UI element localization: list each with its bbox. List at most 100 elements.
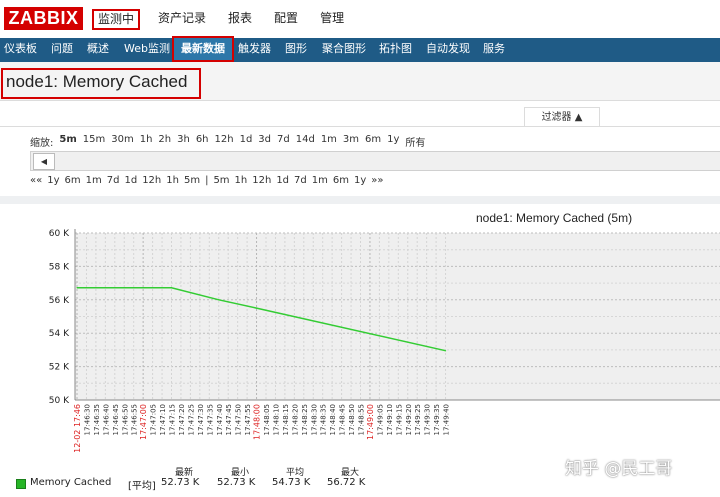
zoom-option[interactable]: 7d — [277, 134, 290, 149]
zoom-option[interactable]: 6h — [196, 134, 209, 149]
zoom-option[interactable]: 1y — [387, 134, 399, 149]
menu-administration[interactable]: 管理 — [316, 9, 348, 30]
y-tick-label: 52 K — [49, 363, 70, 373]
nav-back-option[interactable]: 1m — [86, 175, 102, 186]
y-tick-label: 50 K — [49, 396, 70, 406]
x-tick-label: 17:48:05 — [263, 404, 271, 435]
x-tick-label: 17:49:40 — [443, 404, 451, 435]
period-nav-row: «« 1y 6m 1m 7d 1d 12h 1h 5m | 5m 1h 12h 1d 7d 1m 6m 1y »» — [30, 175, 389, 186]
nav-back-option[interactable]: 1y — [47, 175, 59, 186]
time-scrollbar[interactable]: ◀ — [30, 151, 720, 171]
zoom-option[interactable]: 5m — [59, 134, 76, 149]
nav-back-option[interactable]: 7d — [107, 175, 120, 186]
nav-divider: | — [205, 175, 209, 186]
zoom-option[interactable]: 6m — [365, 134, 381, 149]
data-point — [255, 307, 258, 309]
subnav-discovery[interactable]: 自动发现 — [426, 38, 470, 60]
x-tick-label: 17:48:40 — [329, 404, 337, 435]
subnav-services[interactable]: 服务 — [483, 38, 505, 60]
x-tick-label: 17:49:25 — [414, 404, 422, 435]
x-tick-label: 17:47:10 — [159, 404, 167, 435]
zoom-option[interactable]: 1h — [140, 134, 153, 149]
x-tick-label: 17:48:10 — [272, 404, 280, 435]
title-bar: node1: Memory Cached — [0, 62, 720, 101]
zoom-option[interactable]: 15m — [83, 134, 105, 149]
subnav-graphs[interactable]: 图形 — [285, 38, 307, 60]
x-tick-label: 17:47:05 — [150, 404, 158, 435]
legend-series-name: Memory Cached — [30, 477, 112, 488]
subnav-web[interactable]: Web监测 — [124, 38, 170, 60]
data-point — [170, 287, 173, 289]
section-divider — [0, 196, 720, 204]
zoom-option[interactable]: 2h — [158, 134, 171, 149]
x-tick-label: 17:46:45 — [112, 404, 120, 435]
zoom-option[interactable]: 12h — [215, 134, 234, 149]
legend-value-avg: 54.73 K — [272, 477, 311, 488]
nav-back-option[interactable]: 6m — [65, 175, 81, 186]
zoom-option[interactable]: 3m — [343, 134, 359, 149]
zoom-option[interactable]: 1m — [321, 134, 337, 149]
x-tick-label: 17:49:15 — [395, 404, 403, 435]
x-tick-label: 17:49:35 — [433, 404, 441, 435]
x-tick-label: 17:46:40 — [102, 404, 110, 435]
nav-forward-option[interactable]: 6m — [333, 175, 349, 186]
subnav-overview[interactable]: 概述 — [87, 38, 109, 60]
x-tick-label: 17:46:30 — [83, 404, 91, 435]
x-tick-label: 17:47:40 — [216, 404, 224, 435]
x-tick-label: 17:48:30 — [310, 404, 318, 435]
zabbix-logo[interactable]: ZABBIX — [4, 7, 83, 30]
x-tick-label: 17:47:35 — [206, 404, 214, 435]
nav-forward-option[interactable]: »» — [371, 175, 383, 186]
x-tick-label: 17:48:45 — [339, 404, 347, 435]
legend-value-min: 52.73 K — [217, 477, 256, 488]
subnav-dashboard[interactable]: 仪表板 — [4, 38, 37, 60]
data-point — [218, 299, 220, 301]
menu-configuration[interactable]: 配置 — [270, 9, 302, 30]
subnav-latest-data[interactable]: 最新数据 — [172, 36, 234, 62]
nav-forward-option[interactable]: 7d — [294, 175, 307, 186]
subnav-problems[interactable]: 问题 — [51, 38, 73, 60]
x-tick-label: 17:49:05 — [376, 404, 384, 435]
nav-back-option[interactable]: 12h — [142, 175, 161, 186]
x-tick-label: 17:49:10 — [386, 404, 394, 435]
nav-back-option[interactable]: 1h — [166, 175, 179, 186]
nav-forward-option[interactable]: 1d — [276, 175, 289, 186]
zoom-option[interactable]: 3d — [258, 134, 271, 149]
x-tick-label: 12-02 17:46 — [73, 404, 82, 453]
x-tick-label: 17:47:55 — [244, 404, 252, 435]
menu-inventory[interactable]: 资产记录 — [154, 9, 210, 30]
x-tick-label: 17:49:30 — [424, 404, 432, 435]
filter-tab[interactable]: 过滤器 ▲ — [524, 107, 600, 127]
subnav-screens[interactable]: 聚合图形 — [322, 38, 366, 60]
page-title: node1: Memory Cached — [1, 68, 201, 99]
x-tick-label: 17:48:50 — [348, 404, 356, 435]
memory-chart: 60 K58 K56 K54 K52 K50 K12-02 17:46 17:46… — [49, 229, 720, 453]
x-tick-label: 17:47:50 — [235, 404, 243, 435]
x-tick-label: 17:48:35 — [320, 404, 328, 435]
nav-forward-option[interactable]: 5m — [213, 175, 229, 186]
x-tick-label: 17:47:25 — [187, 404, 195, 435]
x-tick-label: 17:48:20 — [291, 404, 299, 435]
nav-back-option[interactable]: 1d — [124, 175, 137, 186]
subnav-triggers[interactable]: 触发器 — [238, 38, 271, 60]
legend-swatch — [16, 479, 26, 489]
nav-forward-option[interactable]: 1h — [235, 175, 248, 186]
x-tick-label: 17:49:20 — [405, 404, 413, 435]
nav-forward-option[interactable]: 1y — [354, 175, 366, 186]
menu-monitoring[interactable]: 监测中 — [92, 9, 141, 30]
nav-back-option[interactable]: «« — [30, 175, 42, 186]
legend-value-last: 52.73 K — [161, 477, 200, 488]
zoom-option[interactable]: 所有 — [405, 134, 425, 149]
nav-forward-option[interactable]: 1m — [312, 175, 328, 186]
nav-forward-option[interactable]: 12h — [252, 175, 271, 186]
scroll-left-button[interactable]: ◀ — [33, 153, 55, 170]
x-tick-label: 17:47:20 — [178, 404, 186, 435]
subnav-maps[interactable]: 拓扑图 — [379, 38, 412, 60]
zoom-option[interactable]: 30m — [111, 134, 133, 149]
time-controls: 缩放: 5m 15m 30m 1h 2h 3h 6h 12h 1d 3d 7d 14d 1m 3m 6m 1y… — [0, 126, 720, 197]
menu-reports[interactable]: 报表 — [224, 9, 256, 30]
zoom-option[interactable]: 1d — [240, 134, 253, 149]
zoom-option[interactable]: 14d — [296, 134, 315, 149]
zoom-option[interactable]: 3h — [177, 134, 190, 149]
nav-back-option[interactable]: 5m — [184, 175, 200, 186]
